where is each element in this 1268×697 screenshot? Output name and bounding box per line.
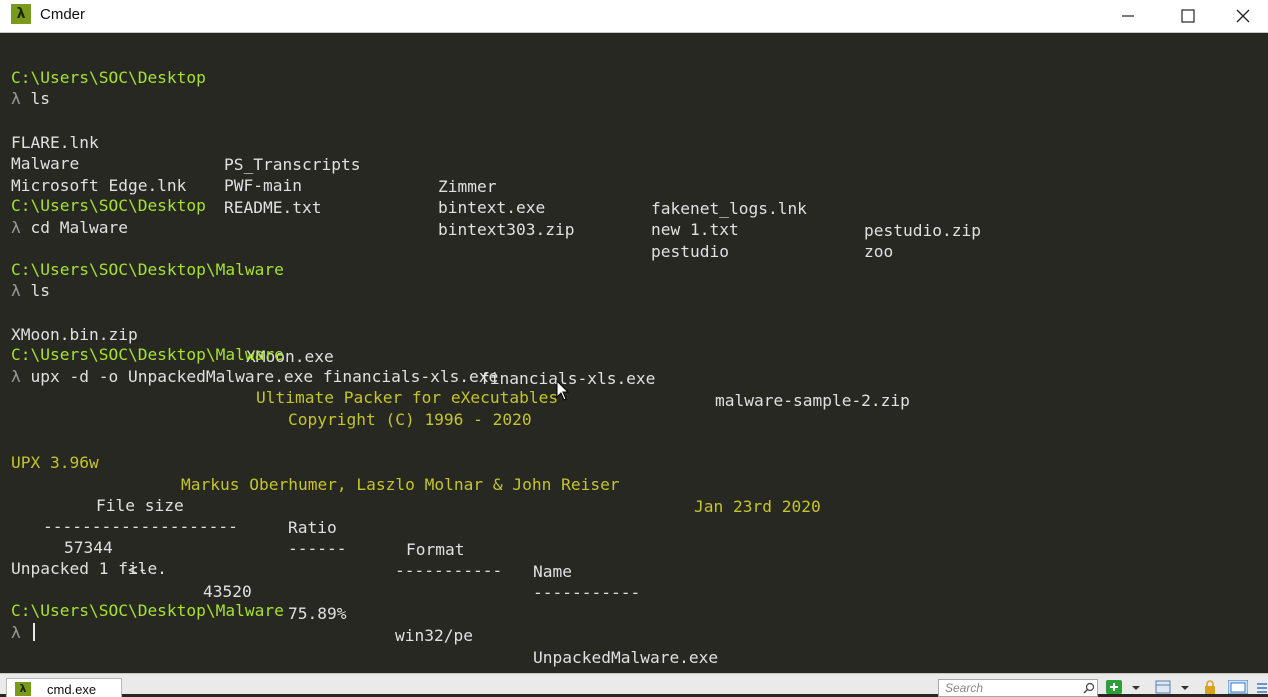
file-entry: bintext303.zip <box>438 220 575 239</box>
file-entry: zoo <box>864 242 894 261</box>
prompt-lambda: λ <box>11 89 21 108</box>
file-entry: new 1.txt <box>651 220 739 239</box>
command-text: cd Malware <box>30 218 128 237</box>
minimize-button[interactable] <box>1098 0 1158 32</box>
cmder-app-icon: λ <box>11 4 31 24</box>
command-text: upx -d -o UnpackedMalware.exe financials… <box>30 367 499 386</box>
prompt-path: C:\Users\SOC\Desktop <box>11 196 206 215</box>
dropdown-arrow-icon[interactable] <box>1180 680 1190 694</box>
listing-row: FLARE.lnk PS_Transcripts Zimmer fakenet_… <box>11 110 1111 240</box>
menu-icon[interactable] <box>1256 680 1268 694</box>
prompt-path: C:\Users\SOC\Desktop\Malware <box>11 260 284 279</box>
layout-icon[interactable] <box>1228 680 1248 694</box>
upx-result: Unpacked 1 file. <box>11 559 167 578</box>
upx-banner-copyright: Copyright (C) 1996 - 2020 <box>288 410 532 429</box>
command-line: λ upx -d -o UnpackedMalware.exe financia… <box>11 366 498 388</box>
prompt-path: C:\Users\SOC\Desktop\Malware <box>11 345 284 364</box>
command-line-active[interactable]: λ <box>11 622 35 644</box>
command-line: λ ls <box>11 280 50 302</box>
maximize-icon <box>1181 9 1195 23</box>
prompt-path: C:\Users\SOC\Desktop <box>11 68 206 87</box>
dropdown-arrow-icon[interactable] <box>1131 680 1141 694</box>
divider: ----------- <box>395 561 503 580</box>
ratio: 75.89% <box>288 604 347 623</box>
command-text: ls <box>30 281 51 300</box>
divider: ------ <box>288 539 347 558</box>
text-cursor <box>32 623 35 641</box>
file-entry: Zimmer <box>438 177 497 196</box>
listing-row: Malware PWF-main bintext.exe new 1.txt z… <box>11 131 1111 261</box>
listing-row: Microsoft Edge.lnk README.txt bintext303… <box>11 153 1111 261</box>
upx-banner-title: Ultimate Packer for eXecutables <box>256 388 559 407</box>
output-name: UnpackedMalware.exe <box>533 648 719 667</box>
mouse-pointer-icon <box>556 380 570 401</box>
prompt-lambda: λ <box>11 281 21 300</box>
divider: ----------- <box>533 583 641 602</box>
prompt-path: C:\Users\SOC\Desktop\Malware <box>11 601 284 620</box>
upx-table-divider: -------------------- ------ ----------- … <box>11 494 1111 602</box>
prompt-lambda: λ <box>11 367 21 386</box>
title-bar: λ Cmder <box>0 0 1268 33</box>
command-text: ls <box>30 89 51 108</box>
search-icon[interactable] <box>1083 682 1095 694</box>
column-header: Format <box>406 540 465 559</box>
file-entry: pestudio <box>651 242 729 261</box>
upx-banner-credits: UPX 3.96w Markus Oberhumer, Laszlo Molna… <box>11 430 1111 516</box>
minimize-icon <box>1122 15 1134 17</box>
maximize-button[interactable] <box>1158 0 1218 32</box>
lock-icon[interactable] <box>1202 680 1218 694</box>
upx-table-header: File size Ratio Format Name <box>11 473 1111 581</box>
format: win32/pe <box>395 626 473 645</box>
prompt-lambda: λ <box>11 623 21 642</box>
tab-label: cmd.exe <box>47 682 97 697</box>
original-size: 57344 <box>64 538 113 557</box>
split-view-icon[interactable] <box>1155 680 1171 694</box>
file-entry: README.txt <box>224 198 322 217</box>
command-line: λ cd Malware <box>11 217 128 239</box>
close-button[interactable] <box>1218 0 1268 32</box>
search-input[interactable]: Search <box>938 679 1098 697</box>
file-entry: pestudio.zip <box>864 221 981 240</box>
file-entry: bintext.exe <box>438 198 546 217</box>
upx-version: UPX 3.96w <box>11 453 99 472</box>
file-entry: XMoon.bin.zip <box>11 325 138 344</box>
column-header: Name <box>533 562 572 581</box>
listing-row: XMoon.bin.zip XMoon.exe financials-xls.e… <box>11 302 1111 410</box>
new-console-icon[interactable] <box>1106 680 1122 694</box>
prompt-lambda: λ <box>11 218 21 237</box>
file-entry: PWF-main <box>224 176 302 195</box>
cmder-tab-icon: λ <box>15 682 31 696</box>
upx-table-row: 57344 <- 43520 75.89% win32/pe UnpackedM… <box>11 515 1111 667</box>
close-icon <box>1236 9 1250 23</box>
console-tab[interactable]: λ cmd.exe <box>6 678 122 697</box>
terminal-console[interactable]: C:\Users\SOC\Desktop λ ls FLARE.lnk PS_T… <box>0 33 1268 673</box>
status-bar: λ cmd.exe Search <box>0 673 1268 697</box>
file-entry: fakenet_logs.lnk <box>651 199 807 218</box>
command-line: λ ls <box>11 88 50 110</box>
file-entry: Microsoft Edge.lnk <box>11 176 187 195</box>
window-title: Cmder <box>40 6 86 23</box>
file-entry: malware-sample-2.zip <box>715 391 910 410</box>
